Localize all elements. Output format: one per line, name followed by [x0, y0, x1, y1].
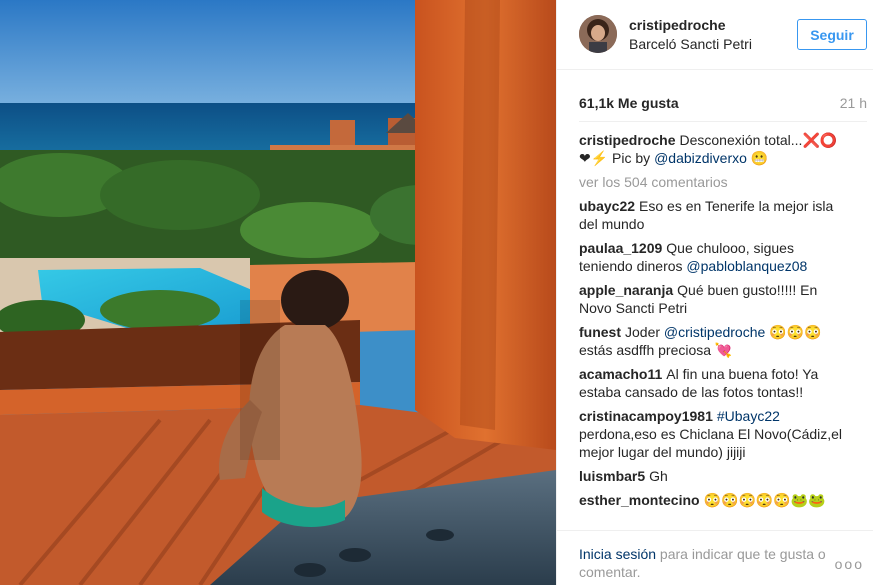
comments-list[interactable]: cristipedroche Desconexión total...❌⭕❤⚡ P… — [579, 131, 844, 528]
comment-items: ubayc22 Eso es en Tenerife la mejor isla … — [579, 197, 844, 509]
divider — [579, 121, 867, 122]
comment-item: paulaa_1209 Que chulooo, sigues teniendo … — [579, 239, 844, 275]
comment-item: funest Joder @cristipedroche 😳😳😳 estás as… — [579, 323, 844, 359]
likes-count[interactable]: 61,1k Me gusta — [579, 95, 679, 111]
comment-text: Joder — [625, 324, 664, 340]
likes-row: 61,1k Me gusta 21 h — [579, 95, 867, 115]
post-footer: Inicia sesión para indicar que te gusta … — [557, 530, 873, 585]
comment-username[interactable]: paulaa_1209 — [579, 240, 662, 256]
post-time[interactable]: 21 h — [840, 95, 867, 111]
caption: cristipedroche Desconexión total...❌⭕❤⚡ P… — [579, 131, 844, 167]
comment-item: luismbar5 Gh — [579, 467, 844, 485]
caption-emoji: 😬 — [750, 150, 769, 166]
caption-mention[interactable]: @dabizdiverxo — [654, 150, 747, 166]
comment-text: perdona,eso es Chiclana El Novo(Cádiz,el… — [579, 426, 843, 460]
login-link[interactable]: Inicia sesión — [579, 546, 656, 562]
comment-item: cristinacampoy1981 #Ubayc22 perdona,eso e… — [579, 407, 844, 461]
comment-item: esther_montecino 😳😳😳😳😳🐸🐸 — [579, 491, 844, 509]
comment-item: acamacho11 Al fin una buena foto! Ya esta… — [579, 365, 844, 401]
ellipsis-icon[interactable]: ooo — [835, 556, 864, 572]
comment-mention[interactable]: @cristipedroche — [664, 324, 765, 340]
post-details-panel: cristipedroche Barceló Sancti Petri Segu… — [556, 0, 873, 585]
comment-username[interactable]: ubayc22 — [579, 198, 635, 214]
caption-username[interactable]: cristipedroche — [579, 132, 675, 148]
avatar-image — [579, 15, 617, 53]
comment-username[interactable]: acamacho11 — [579, 366, 662, 382]
comment-username[interactable]: funest — [579, 324, 621, 340]
photo-illustration — [0, 0, 556, 585]
comment-text: 😳😳😳😳😳🐸🐸 — [703, 492, 826, 508]
post-location[interactable]: Barceló Sancti Petri — [629, 36, 752, 52]
comment-username[interactable]: luismbar5 — [579, 468, 645, 484]
follow-button[interactable]: Seguir — [797, 19, 867, 50]
comment-mention[interactable]: @pabloblanquez08 — [686, 258, 807, 274]
comment-item: apple_naranja Qué buen gusto!!!!! En Novo… — [579, 281, 844, 317]
post-header: cristipedroche Barceló Sancti Petri Segu… — [557, 0, 873, 70]
comment-mention[interactable]: #Ubayc22 — [717, 408, 780, 424]
comment-username[interactable]: esther_montecino — [579, 492, 700, 508]
comment-username[interactable]: apple_naranja — [579, 282, 673, 298]
post-photo[interactable] — [0, 0, 556, 585]
comment-item: ubayc22 Eso es en Tenerife la mejor isla … — [579, 197, 844, 233]
login-prompt: Inicia sesión para indicar que te gusta … — [579, 545, 829, 581]
comment-text: Gh — [649, 468, 668, 484]
comment-username[interactable]: cristinacampoy1981 — [579, 408, 713, 424]
post-username[interactable]: cristipedroche — [629, 17, 725, 33]
view-all-comments-link[interactable]: ver los 504 comentarios — [579, 173, 844, 191]
avatar[interactable] — [579, 15, 617, 53]
